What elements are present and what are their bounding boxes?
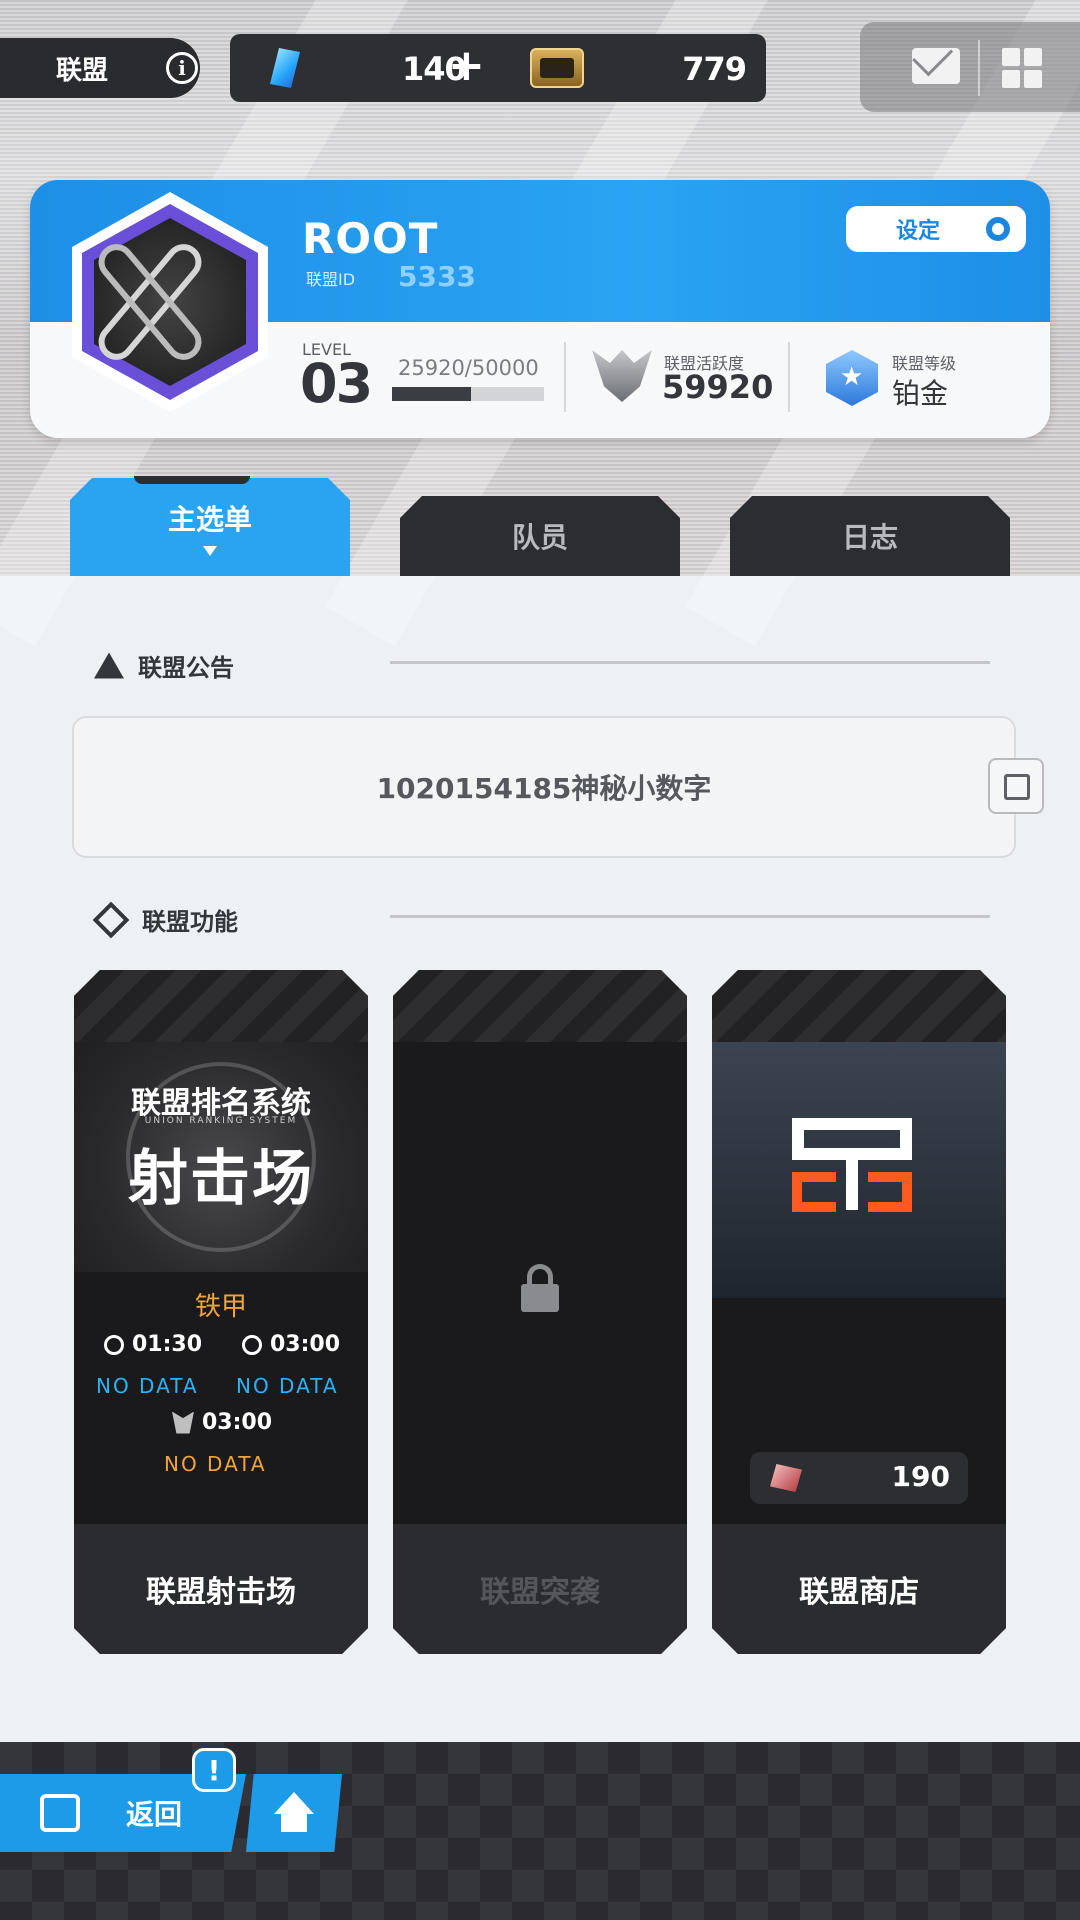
edit-icon (1004, 774, 1030, 800)
tab-label: 队员 (511, 521, 568, 554)
ticket-count: 779 (682, 50, 747, 88)
rank-label: 联盟等级 (892, 354, 957, 373)
diamond-icon (92, 901, 130, 938)
clock-icon (104, 1335, 124, 1355)
gem-icon (270, 48, 300, 88)
timer-1: 01:30 (104, 1332, 202, 1357)
divider (978, 40, 980, 96)
hazard-stripes (393, 970, 687, 1042)
mail-icon[interactable] (912, 48, 960, 84)
clock-icon (242, 1335, 262, 1355)
page-title: 联盟 (56, 55, 109, 86)
info-icon[interactable]: i (166, 52, 198, 84)
activity-value: 59920 (662, 368, 774, 406)
nodata-2: NO DATA (236, 1374, 339, 1398)
rank-value: 铂金 (892, 377, 949, 410)
divider (788, 342, 790, 412)
settings-label: 设定 (896, 219, 941, 244)
section-divider (390, 915, 990, 918)
shop-label: 联盟商店 (712, 1524, 1006, 1654)
nodata-3: NO DATA (164, 1452, 267, 1476)
exp-progress-bar (392, 387, 544, 401)
range-rank: 铁甲 (194, 1292, 247, 1322)
gear-icon (986, 217, 1010, 241)
shooting-range-label: 联盟射击场 (74, 1524, 368, 1654)
union-id-label: 联盟ID (306, 270, 356, 289)
tab-active-arrow-icon (203, 546, 217, 556)
union-name: ROOT (302, 214, 439, 263)
tab-log[interactable]: 日志 (730, 496, 1010, 576)
timer-3: 03:00 (172, 1410, 272, 1435)
section-divider (390, 661, 990, 664)
shop-currency: 190 (750, 1452, 968, 1504)
union-shooting-range-card[interactable]: 联盟排名系统 UNION RANKING SYSTEM 射击场 铁甲 01:30… (74, 970, 368, 1654)
functions-section-title: 联盟功能 (92, 901, 238, 938)
tab-main-menu[interactable]: 主选单 (70, 478, 350, 576)
corner-panel (860, 22, 1080, 112)
notice-text: 1020154185神秘小数字 (376, 772, 712, 805)
tab-label: 主选单 (167, 503, 252, 536)
hazard-stripes (712, 970, 1006, 1042)
range-tagline: UNION RANKING SYSTEM (144, 1116, 298, 1126)
boss-icon (172, 1412, 194, 1434)
settings-button[interactable]: 设定 (846, 206, 1026, 252)
hazard-stripes (74, 970, 368, 1042)
raid-label: 联盟突袭 (393, 1524, 687, 1654)
ticket-icon (530, 48, 584, 88)
add-gems-button[interactable]: + (448, 40, 485, 91)
exp-progress-fill (392, 387, 471, 401)
nodata-1: NO DATA (96, 1374, 199, 1398)
union-coin-icon (770, 1464, 802, 1492)
currency-bar: 140 + 779 (230, 34, 766, 102)
union-raid-card[interactable]: 联盟突袭 (393, 970, 687, 1654)
level-number: 03 (300, 352, 373, 415)
timer-2: 03:00 (242, 1332, 340, 1357)
exp-text: 25920/50000 (398, 356, 539, 380)
divider (564, 342, 566, 412)
range-title: 射击场 (128, 1144, 314, 1214)
home-button[interactable] (246, 1774, 342, 1852)
back-label: 返回 (126, 1798, 183, 1831)
warning-icon (94, 652, 124, 679)
shop-logo-icon (792, 1118, 922, 1218)
union-id: 5333 (398, 260, 476, 293)
menu-grid-icon[interactable] (1002, 48, 1042, 88)
tab-notch (134, 476, 250, 484)
exit-icon (40, 1794, 80, 1832)
home-icon (274, 1792, 314, 1832)
notice-box: 1020154185神秘小数字 (72, 716, 1016, 858)
union-shop-card[interactable]: 190 联盟商店 (712, 970, 1006, 1654)
tab-label: 日志 (841, 521, 898, 554)
tab-members[interactable]: 队员 (400, 496, 680, 576)
notice-section-title: 联盟公告 (94, 648, 234, 683)
shop-currency-value: 190 (891, 1460, 950, 1493)
lock-icon (521, 1264, 559, 1312)
edit-notice-button[interactable] (988, 758, 1044, 814)
alert-badge: ! (192, 1748, 236, 1792)
